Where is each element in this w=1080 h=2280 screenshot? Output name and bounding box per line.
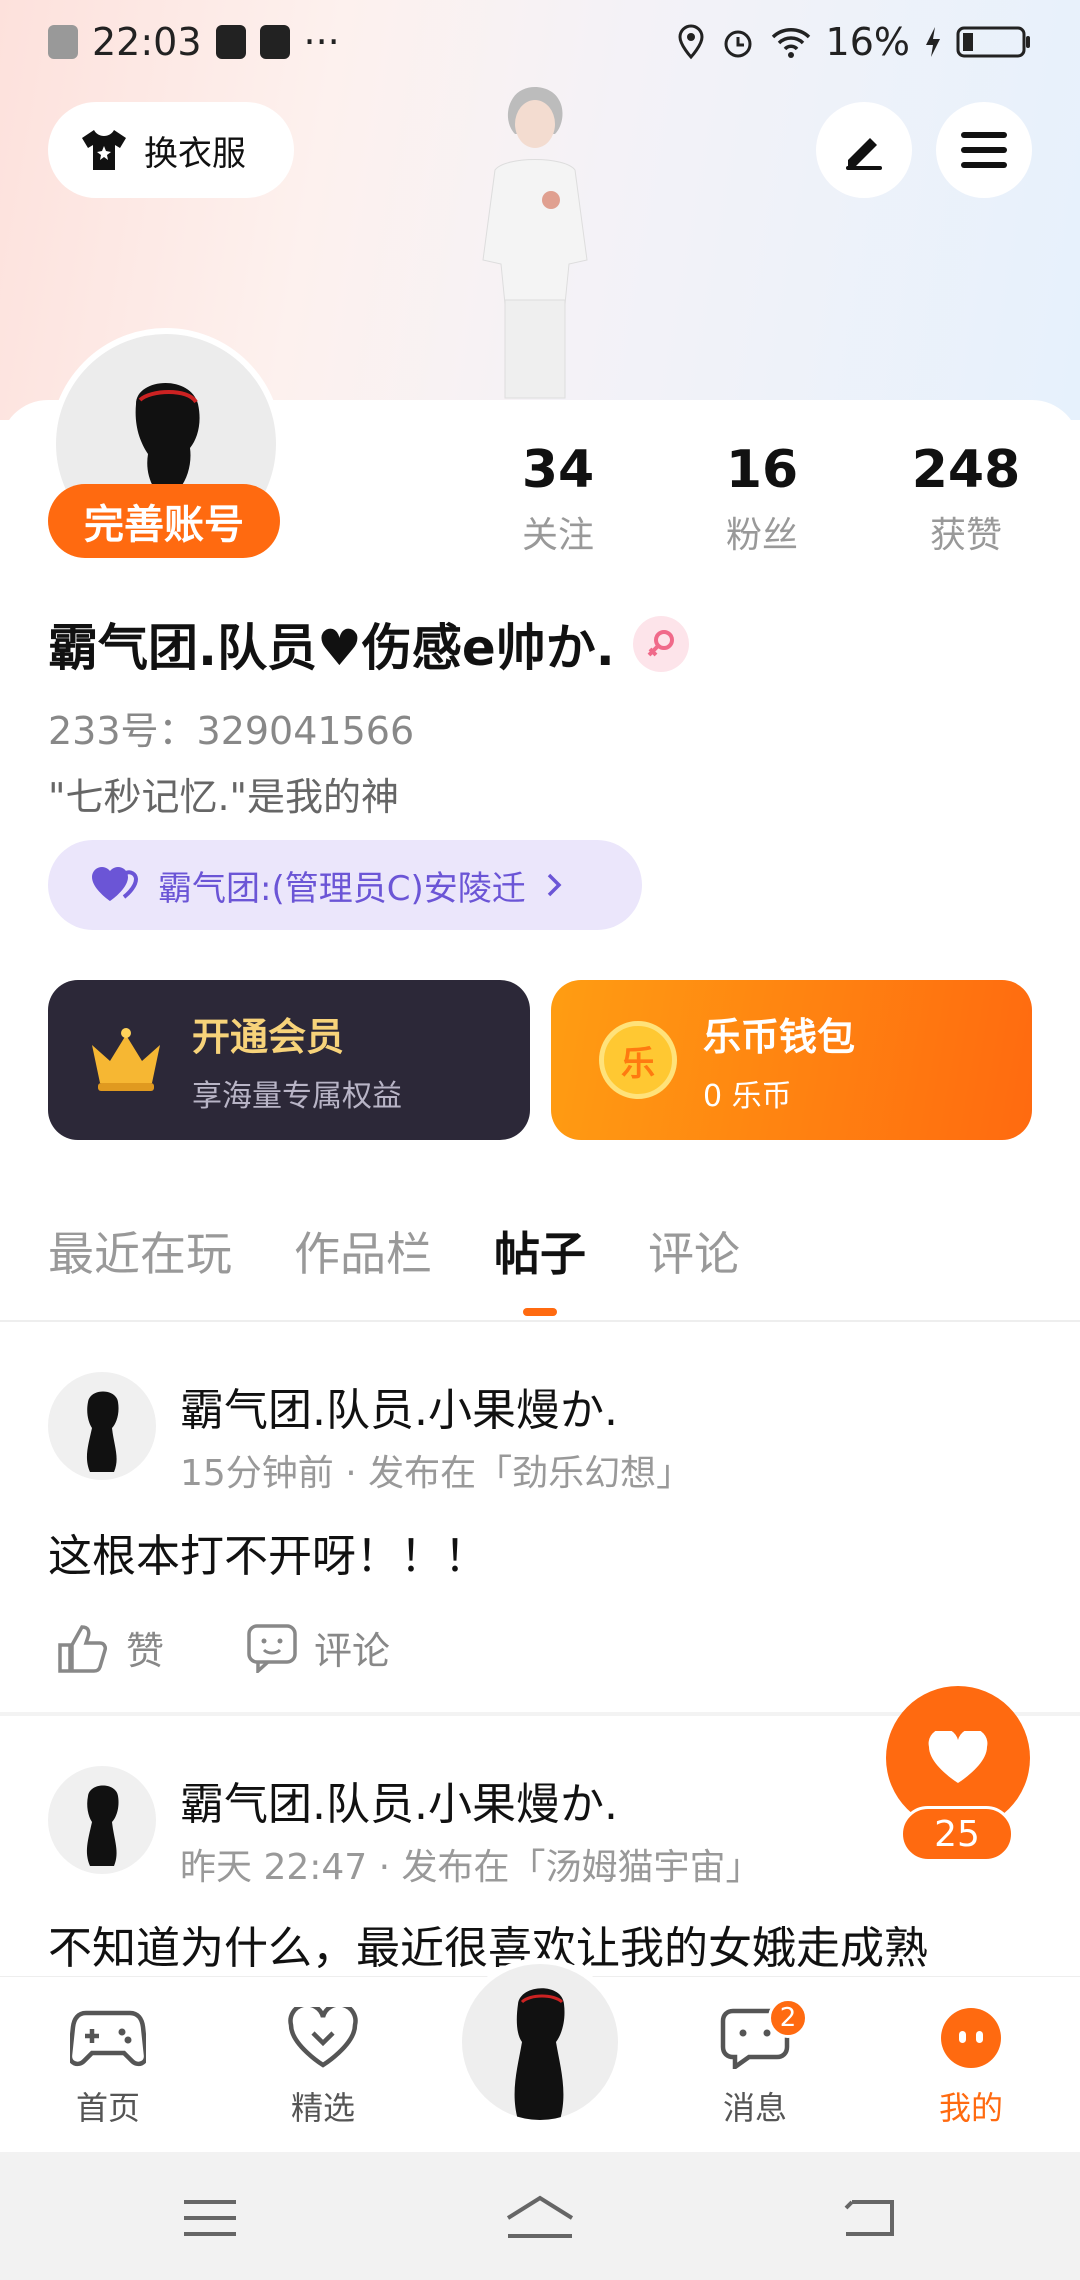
complete-account-label: 完善账号	[84, 502, 244, 548]
more-dots: ···	[303, 20, 340, 64]
crown-icon	[92, 1028, 160, 1091]
menu-button[interactable]	[936, 102, 1032, 198]
team-badge[interactable]: 霸气团:(管理员C)安陵迁	[48, 840, 642, 930]
wallet-title: 乐币钱包	[703, 1014, 856, 1059]
likes-label: 获赞	[929, 515, 1002, 556]
post-author-avatar[interactable]	[48, 1372, 156, 1480]
home-icon[interactable]	[504, 2194, 576, 2240]
tab-works[interactable]: 作品栏	[294, 1218, 432, 1284]
team-label: 霸气团:(管理员C)安陵迁	[158, 868, 526, 909]
coin-icon: 乐	[599, 1021, 677, 1099]
tab-recently-played[interactable]: 最近在玩	[48, 1218, 232, 1284]
post-meta: 15分钟前 · 发布在「劲乐幻想」	[180, 1453, 693, 1494]
likes-stat[interactable]: 248 获赞	[876, 440, 1056, 558]
floating-like-count: 25	[900, 1806, 1014, 1862]
notification-icon	[215, 25, 246, 59]
pen-icon	[846, 138, 882, 170]
user-id: 233号：329041566	[48, 709, 415, 753]
charging-icon	[926, 27, 940, 57]
menu-icon	[961, 132, 1007, 168]
username-row: 霸气团.队员♥伤感e帅か.	[48, 608, 689, 680]
like-button[interactable]: 赞	[56, 1620, 164, 1675]
nav-featured[interactable]: 精选	[248, 2002, 398, 2129]
tab-posts[interactable]: 帖子	[494, 1218, 586, 1284]
followers-stat[interactable]: 16 粉丝	[672, 440, 852, 558]
tab-divider	[0, 1320, 1080, 1322]
system-navigation-bar	[0, 2152, 1080, 2280]
location-icon	[678, 24, 704, 60]
heart-outline-icon	[288, 2002, 358, 2068]
thumbs-up-icon	[58, 1624, 107, 1673]
back-icon[interactable]	[842, 2196, 896, 2238]
followers-count: 16	[725, 440, 799, 500]
shirt-icon	[82, 130, 126, 170]
coin-icon-char: 乐	[621, 1043, 655, 1084]
sim-icon	[48, 25, 78, 59]
messages-badge: 2	[768, 1998, 808, 2038]
comment-icon	[247, 1623, 297, 1673]
comment-label: 评论	[314, 1629, 391, 1673]
status-time: 22:03	[92, 20, 202, 64]
following-label: 关注	[521, 515, 594, 556]
following-count: 34	[521, 440, 595, 500]
following-stat[interactable]: 34 关注	[468, 440, 648, 558]
post-text: 不知道为什么，最近很喜欢让我的女娥走成熟	[48, 1923, 928, 1974]
comment-button[interactable]: 评论	[246, 1620, 390, 1675]
post-author[interactable]: 霸气团.队员.小果熳か.	[180, 1768, 618, 1832]
wallet-balance: 0 乐币	[703, 1078, 792, 1114]
recent-apps-icon[interactable]	[184, 2198, 236, 2238]
post-actions: 赞 评论	[56, 1620, 390, 1675]
nav-messages[interactable]: 消息	[680, 2007, 830, 2129]
followers-label: 粉丝	[725, 515, 798, 556]
wifi-icon	[771, 28, 810, 58]
dress-up-button[interactable]: 换衣服	[48, 102, 294, 198]
gamepad-icon	[67, 2010, 149, 2067]
tab-comments[interactable]: 评论	[648, 1218, 740, 1284]
likes-count: 248	[911, 440, 1021, 500]
post-meta: 昨天 22:47 · 发布在「汤姆猫宇宙」	[180, 1847, 762, 1888]
alarm-icon	[724, 30, 752, 58]
user-signature: "七秒记忆."是我的神	[48, 775, 400, 819]
post-author[interactable]: 霸气团.队员.小果熳か.	[180, 1374, 618, 1438]
center-avatar-button[interactable]	[456, 1958, 624, 2126]
nav-me-label: 我的	[938, 2089, 1003, 2127]
heart-icon	[928, 1731, 988, 1783]
me-icon	[941, 2008, 1001, 2068]
avatar-silhouette-icon	[514, 1988, 565, 2120]
edit-profile-button[interactable]	[816, 102, 912, 198]
vip-subtitle: 享海量专属权益	[192, 1078, 402, 1114]
battery-percent: 16%	[825, 20, 910, 64]
media-icon	[259, 25, 290, 59]
status-bar: 22:03 ··· 16%	[0, 0, 1080, 84]
nav-featured-label: 精选	[290, 2089, 355, 2127]
post-text: 这根本打不开呀！！！	[48, 1531, 488, 1582]
heart-icon	[92, 867, 139, 901]
gender-female-icon	[632, 616, 689, 672]
nav-me[interactable]: 我的	[896, 2007, 1046, 2129]
post-author-avatar[interactable]	[48, 1766, 156, 1874]
complete-account-badge[interactable]: 完善账号	[48, 484, 280, 558]
battery-icon	[956, 26, 1030, 58]
content-tabs: 最近在玩 作品栏 帖子 评论	[48, 1218, 740, 1284]
username: 霸气团.队员♥伤感e帅か.	[48, 619, 615, 677]
vip-title: 开通会员	[192, 1014, 345, 1059]
nav-home-label: 首页	[75, 2089, 140, 2127]
vip-membership-card[interactable]: 开通会员 享海量专属权益	[48, 980, 530, 1140]
nav-messages-label: 消息	[722, 2089, 787, 2127]
avatar-character-figure[interactable]	[455, 80, 615, 400]
coin-wallet-card[interactable]: 乐 乐币钱包 0 乐币	[551, 980, 1032, 1140]
chevron-right-icon	[547, 873, 562, 897]
nav-home[interactable]: 首页	[33, 2007, 183, 2129]
dress-up-label: 换衣服	[144, 133, 246, 174]
like-label: 赞	[126, 1629, 165, 1673]
